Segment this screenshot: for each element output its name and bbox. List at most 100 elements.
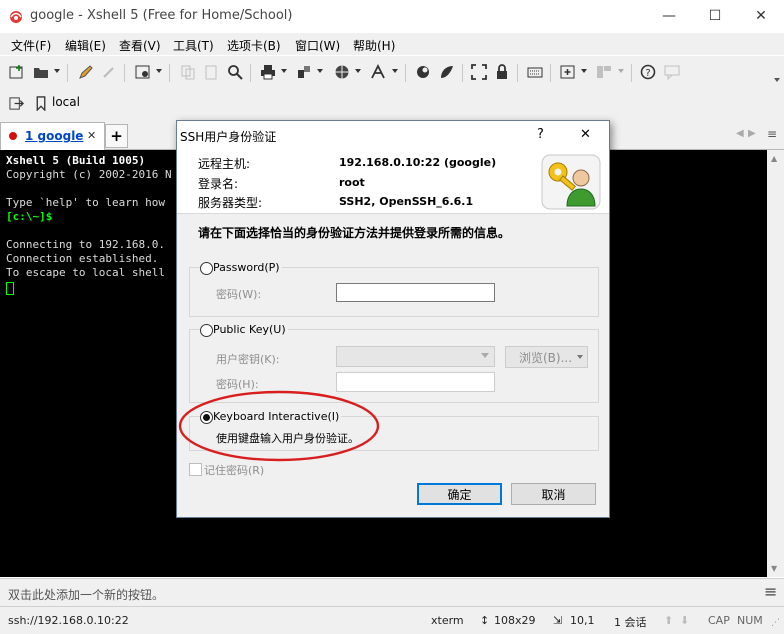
menu-help[interactable]: 帮助(H) <box>353 37 395 54</box>
toolbar-separator <box>67 64 68 82</box>
browse-label: 浏览(B)... <box>519 350 573 365</box>
terminal-scrollbar[interactable]: ▲ ▼ <box>767 150 784 577</box>
pencil-icon[interactable] <box>78 64 94 80</box>
chevron-down-icon <box>481 353 489 358</box>
tab-close-icon[interactable]: ✕ <box>87 129 96 142</box>
dialog-close-button[interactable]: ✕ <box>580 127 591 142</box>
menu-file[interactable]: 文件(F) <box>11 37 51 54</box>
properties-icon[interactable] <box>135 64 151 80</box>
passphrase-input[interactable] <box>336 372 495 392</box>
menu-tabs[interactable]: 选项卡(B) <box>227 37 281 54</box>
xshell-app-icon <box>10 11 22 23</box>
user-key-icon <box>541 154 601 210</box>
chevron-down-icon[interactable] <box>581 69 587 73</box>
scroll-up-icon[interactable]: ▲ <box>771 154 777 163</box>
keyboard-icon[interactable] <box>527 64 543 80</box>
help-icon[interactable]: ? <box>640 64 656 80</box>
size-grip-icon[interactable]: ⋰ <box>771 618 780 628</box>
status-num: NUM <box>737 614 763 627</box>
user-key-label: 用户密钥(K): <box>216 353 280 366</box>
password-radio[interactable] <box>200 262 213 275</box>
font-icon[interactable] <box>370 64 386 80</box>
toolbar-separator <box>517 64 518 82</box>
host-label: 远程主机: <box>198 157 251 171</box>
chevron-down-icon[interactable] <box>281 69 287 73</box>
quick-command-hint[interactable]: 双击此处添加一个新的按钮。 <box>8 586 164 603</box>
keyboard-interactive-radio[interactable] <box>200 411 213 424</box>
xmanager-icon[interactable] <box>439 64 455 80</box>
chevron-down-icon[interactable] <box>355 69 361 73</box>
status-connection: ssh://192.168.0.10:22 <box>8 614 129 627</box>
tab-scroll-right-icon[interactable]: ▶ <box>748 128 756 139</box>
open-folder-icon[interactable] <box>33 64 49 80</box>
pen-disabled-icon <box>103 67 114 78</box>
menu-tools[interactable]: 工具(T) <box>173 37 214 54</box>
cursor-position-icon: ⇲ <box>553 614 563 627</box>
arrow-up-icon: ⬆ <box>664 614 674 627</box>
tab-menu-icon[interactable]: ≡ <box>767 127 777 141</box>
login-value: root <box>339 176 365 189</box>
status-caps: CAP <box>708 614 730 627</box>
transfer-icon[interactable] <box>296 64 312 80</box>
browse-button[interactable]: 浏览(B)... <box>505 346 588 368</box>
search-icon[interactable] <box>227 64 243 80</box>
new-session-icon[interactable] <box>9 64 25 80</box>
password-input[interactable] <box>336 283 495 302</box>
user-key-select[interactable] <box>336 346 495 367</box>
menu-view[interactable]: 查看(V) <box>119 37 161 54</box>
globe-icon[interactable] <box>334 64 350 80</box>
link-arrow-icon[interactable] <box>9 96 24 111</box>
minimize-button[interactable]: — <box>646 0 692 32</box>
remember-password-checkbox[interactable] <box>189 463 202 476</box>
session-status-dot <box>9 132 17 140</box>
toolbar-separator <box>169 64 170 82</box>
terminal-line: To escape to local shell <box>6 266 165 279</box>
maximize-button[interactable]: ☐ <box>692 0 738 32</box>
password-option-label[interactable]: Password(P) <box>213 261 282 274</box>
xftp-icon[interactable] <box>415 64 431 80</box>
tab-scroll-left-icon[interactable]: ◀ <box>736 128 744 139</box>
keyboard-interactive-description: 使用键盘输入用户身份验证。 <box>216 432 359 445</box>
svg-text:?: ? <box>645 68 650 79</box>
copy-icon <box>181 65 195 80</box>
chevron-down-icon[interactable] <box>156 69 162 73</box>
paste-icon <box>205 65 217 80</box>
toolbar-overflow-icon[interactable] <box>774 78 780 82</box>
chat-icon <box>664 65 680 80</box>
dialog-help-button[interactable]: ? <box>537 127 544 142</box>
chevron-down-icon[interactable] <box>392 69 398 73</box>
login-label: 登录名: <box>198 177 239 191</box>
chevron-down-icon[interactable] <box>317 69 323 73</box>
toolbar: ? <box>0 56 784 88</box>
public-key-radio[interactable] <box>200 324 213 337</box>
link-bar: local <box>0 88 784 120</box>
link-local[interactable]: local <box>52 95 80 109</box>
menu-edit[interactable]: 编辑(E) <box>65 37 106 54</box>
status-position: 10,1 <box>570 614 595 627</box>
cancel-label: 取消 <box>541 487 566 502</box>
toolbar-separator <box>462 64 463 82</box>
server-type-label: 服务器类型: <box>198 196 263 210</box>
remember-password-label[interactable]: 记住密码(R) <box>204 462 264 478</box>
chevron-down-icon[interactable] <box>54 69 60 73</box>
public-key-option-label[interactable]: Public Key(U) <box>213 323 288 336</box>
quick-command-bar[interactable]: 双击此处添加一个新的按钮。 ≡ <box>0 578 784 606</box>
quick-command-menu-icon[interactable]: ≡ <box>764 582 777 601</box>
lock-icon[interactable] <box>494 64 510 80</box>
add-tab-button[interactable]: + <box>105 124 128 148</box>
add-tab-icon[interactable] <box>560 64 576 80</box>
password-field-label: 密码(W): <box>216 288 262 301</box>
ok-button[interactable]: 确定 <box>417 483 502 505</box>
scroll-down-icon[interactable]: ▼ <box>771 564 777 573</box>
window-title-bar[interactable]: google - Xshell 5 (Free for Home/School)… <box>0 0 784 32</box>
close-window-button[interactable]: ✕ <box>738 0 784 32</box>
dialog-title-bar[interactable]: SSH用户身份验证 ? ✕ <box>177 121 609 149</box>
keyboard-interactive-option-label[interactable]: Keyboard Interactive(I) <box>213 410 342 423</box>
tab-label[interactable]: 1 google <box>25 129 83 143</box>
fullscreen-icon[interactable] <box>471 64 487 80</box>
tab-google[interactable]: 1 google ✕ <box>0 122 105 150</box>
menu-window[interactable]: 窗口(W) <box>295 37 340 54</box>
cancel-button[interactable]: 取消 <box>511 483 596 505</box>
print-icon[interactable] <box>260 64 276 80</box>
terminal-line: Copyright (c) 2002-2016 N <box>6 168 172 181</box>
